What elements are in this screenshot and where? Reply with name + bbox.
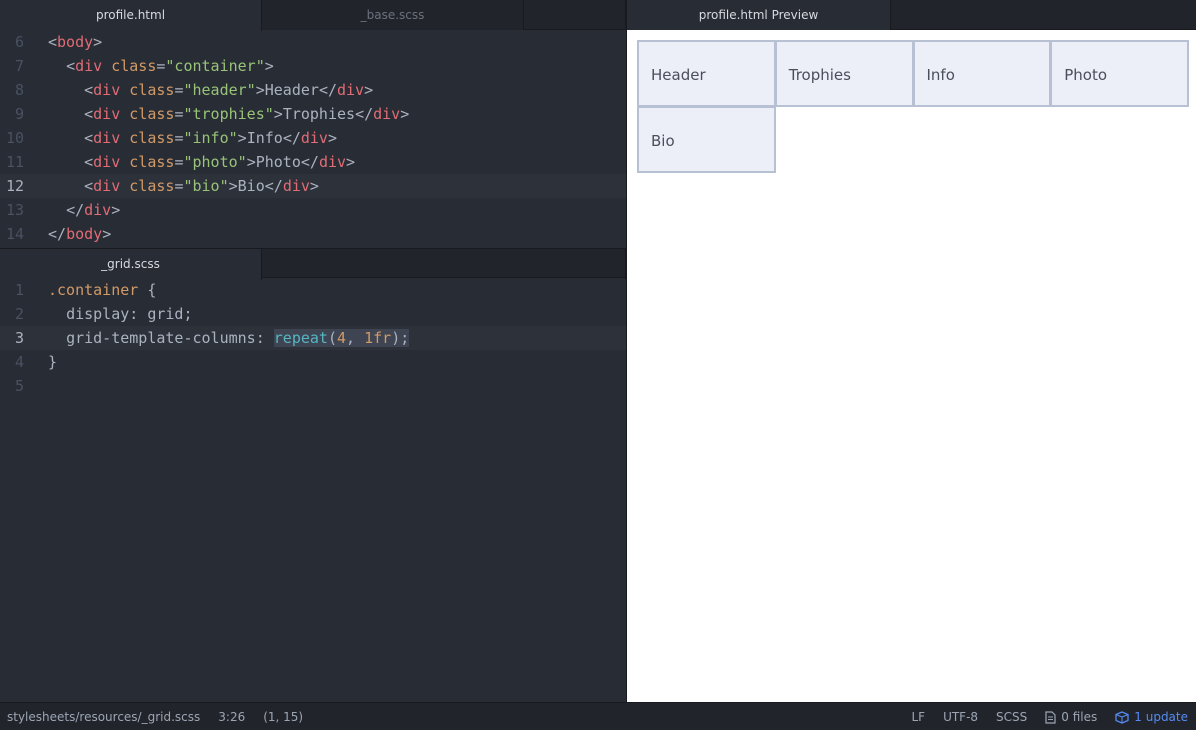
package-icon <box>1115 711 1129 724</box>
editor-pane: profile.html _base.scss 6<body> 7 <div c… <box>0 0 626 702</box>
line-number: 3 <box>0 326 24 350</box>
line-number: 14 <box>0 222 24 246</box>
line-number: 1 <box>0 278 24 302</box>
status-files[interactable]: 0 files <box>1045 703 1097 730</box>
tab-preview[interactable]: profile.html Preview <box>627 0 891 30</box>
tab-profile-html[interactable]: profile.html <box>0 0 262 31</box>
line-number: 7 <box>0 54 24 78</box>
code-line: 11 <div class="photo">Photo</div> <box>0 150 626 174</box>
line-number: 6 <box>0 30 24 54</box>
status-files-label: 0 files <box>1061 703 1097 730</box>
line-number: 8 <box>0 78 24 102</box>
editor-tabbar-bottom: _grid.scss <box>0 248 626 278</box>
tab-base-scss[interactable]: _base.scss <box>262 0 524 30</box>
preview-cell-bio: Bio <box>637 106 776 173</box>
code-line: 9 <div class="trophies">Trophies</div> <box>0 102 626 126</box>
line-number: 5 <box>0 374 24 398</box>
status-cursor-position[interactable]: 3:26 <box>218 703 245 730</box>
line-number: 2 <box>0 302 24 326</box>
code-line: 1.container { <box>0 278 626 302</box>
preview-cell-photo: Photo <box>1050 40 1189 107</box>
tab-grid-scss[interactable]: _grid.scss <box>0 249 262 280</box>
code-line: 6<body> <box>0 30 626 54</box>
code-line-current: 3 grid-template-columns: repeat(4, 1fr); <box>0 326 626 350</box>
preview-cell-trophies: Trophies <box>775 40 914 107</box>
preview-cell-header: Header <box>637 40 776 107</box>
line-number: 10 <box>0 126 24 150</box>
code-line: 2 display: grid; <box>0 302 626 326</box>
status-grammar[interactable]: SCSS <box>996 703 1027 730</box>
preview-cell-info: Info <box>913 40 1052 107</box>
line-number: 11 <box>0 150 24 174</box>
status-bar: stylesheets/resources/_grid.scss 3:26 (1… <box>0 702 1196 730</box>
code-line: 10 <div class="info">Info</div> <box>0 126 626 150</box>
tabbar-empty-space <box>524 0 626 30</box>
text-selection: repeat(4, 1fr); <box>274 329 409 347</box>
status-updates[interactable]: 1 update <box>1115 703 1188 730</box>
code-line: 7 <div class="container"> <box>0 54 626 78</box>
status-updates-label: 1 update <box>1134 703 1188 730</box>
code-line: 4} <box>0 350 626 374</box>
tabbar-empty-space <box>891 0 1196 29</box>
code-line: 5 <box>0 374 626 398</box>
preview-tabbar: profile.html Preview <box>627 0 1196 30</box>
preview-grid: Header Trophies Info Photo Bio <box>637 40 1188 172</box>
code-line: 13 </div> <box>0 198 626 222</box>
code-line: 14</body> <box>0 222 626 246</box>
tabbar-empty-space <box>262 249 626 279</box>
editor-tabbar-top: profile.html _base.scss <box>0 0 626 30</box>
status-line-ending[interactable]: LF <box>911 703 925 730</box>
line-number: 13 <box>0 198 24 222</box>
status-encoding[interactable]: UTF-8 <box>943 703 978 730</box>
html-editor[interactable]: 6<body> 7 <div class="container"> 8 <div… <box>0 30 626 248</box>
scss-editor[interactable]: 1.container { 2 display: grid; 3 grid-te… <box>0 278 626 398</box>
preview-pane: profile.html Preview Header Trophies Inf… <box>626 0 1196 702</box>
status-selection-count[interactable]: (1, 15) <box>263 703 303 730</box>
line-number: 9 <box>0 102 24 126</box>
code-line: 8 <div class="header">Header</div> <box>0 78 626 102</box>
code-line-current: 12 <div class="bio">Bio</div> <box>0 174 626 198</box>
status-file-path[interactable]: stylesheets/resources/_grid.scss <box>7 703 200 730</box>
line-number: 4 <box>0 350 24 374</box>
line-number: 12 <box>0 174 24 198</box>
file-icon <box>1045 711 1056 724</box>
